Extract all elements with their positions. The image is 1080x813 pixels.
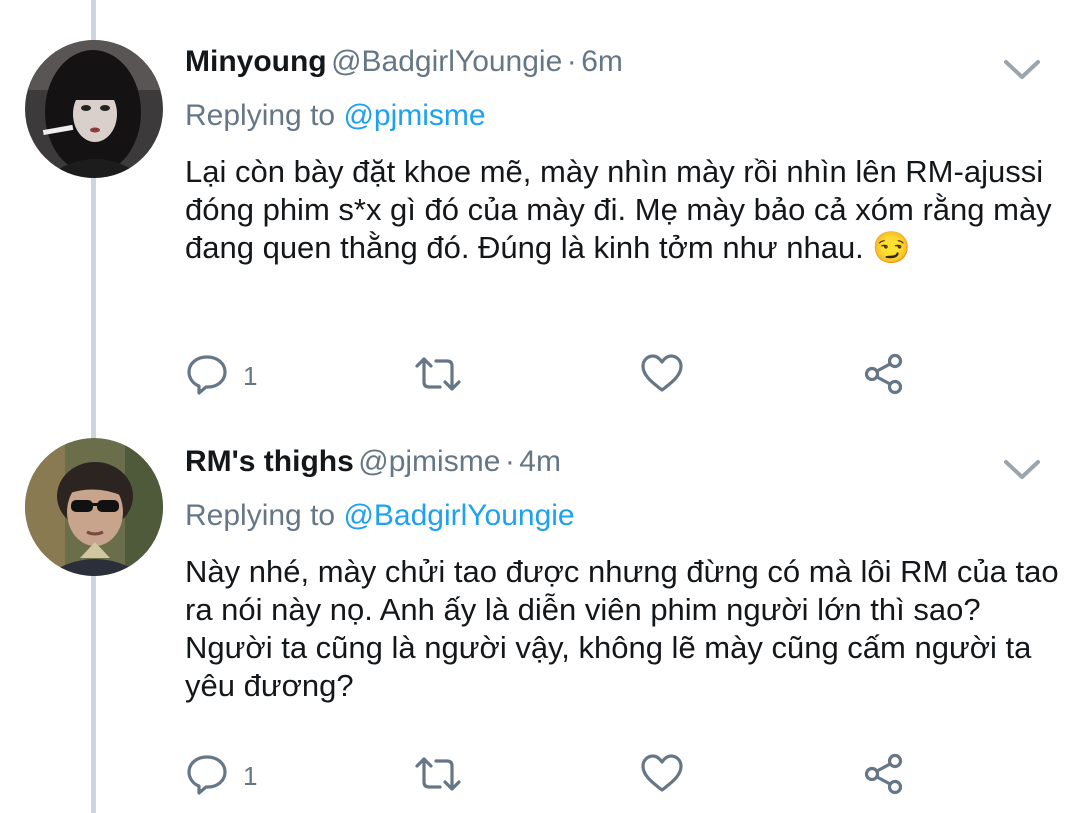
tweet-actions: 1 [185,752,945,796]
timestamp[interactable]: 4m [519,445,561,478]
tweet-body: Này nhé, mày chửi tao được nhưng đừng có… [185,554,1059,703]
like-button[interactable] [639,352,685,396]
separator: · [566,45,577,78]
like-icon [641,754,683,792]
replying-label: Replying to [185,499,336,532]
tweet-text: Này nhé, mày chửi tao được nhưng đừng có… [185,553,1065,705]
share-icon [864,753,903,795]
tweet[interactable]: Minyoung @BadgirlYoungie · 6m Replying t… [0,0,1080,400]
replying-to: Replying to @BadgirlYoungie [185,499,575,533]
replying-to: Replying to @pjmisme [185,99,486,133]
user-handle[interactable]: @pjmisme [358,445,500,478]
like-icon [641,354,683,392]
share-button[interactable] [862,352,908,396]
reply-icon [187,355,227,395]
user-handle[interactable]: @BadgirlYoungie [331,45,562,78]
share-button[interactable] [862,752,908,796]
smirk-emoji: 😏 [872,230,912,265]
reply-button[interactable]: 1 [185,752,275,796]
replying-label: Replying to [185,99,336,132]
retweet-button[interactable] [413,752,463,796]
reply-count: 1 [243,361,258,391]
replying-mention[interactable]: @pjmisme [343,99,485,132]
tweet[interactable]: RM's thighs @pjmisme · 4m Replying to @B… [0,400,1080,800]
tweet-body: Lại còn bày đặt khoe mẽ, mày nhìn mày rồ… [185,154,1052,265]
retweet-icon [415,357,461,391]
avatar[interactable] [25,438,163,576]
replying-mention[interactable]: @BadgirlYoungie [343,499,574,532]
tweet-text: Lại còn bày đặt khoe mẽ, mày nhìn mày rồ… [185,153,1065,267]
reply-count: 1 [243,761,258,791]
tweet-header: RM's thighs @pjmisme · 4m [185,445,561,485]
display-name[interactable]: Minyoung [185,45,327,78]
reply-icon [187,755,227,795]
retweet-icon [415,757,461,791]
timestamp[interactable]: 6m [581,45,623,78]
tweet-actions: 1 [185,352,945,396]
avatar[interactable] [25,40,163,178]
tweet-header: Minyoung @BadgirlYoungie · 6m [185,45,623,85]
chevron-down-icon[interactable] [1002,458,1042,482]
like-button[interactable] [639,752,685,796]
reply-button[interactable]: 1 [185,352,275,396]
display-name[interactable]: RM's thighs [185,445,354,478]
retweet-button[interactable] [413,352,463,396]
share-icon [864,353,903,395]
chevron-down-icon[interactable] [1002,58,1042,82]
separator: · [504,445,515,478]
